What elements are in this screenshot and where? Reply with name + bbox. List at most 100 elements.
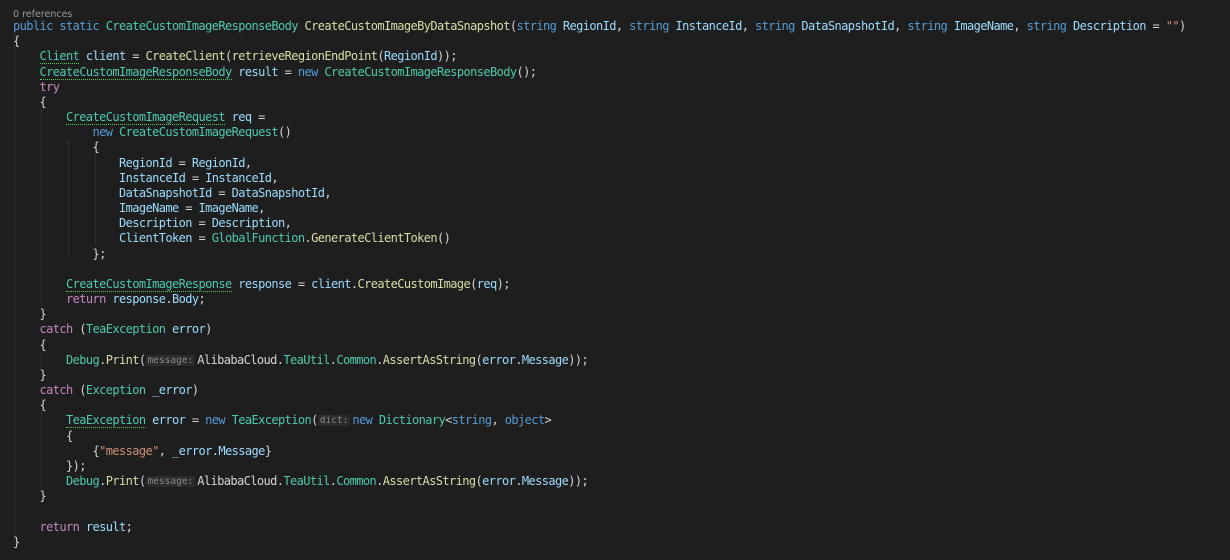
code-token: req	[476, 276, 497, 291]
code-line[interactable]: Debug.Print(message: AlibabaCloud.TeaUtil…	[13, 474, 589, 489]
code-token: result	[85, 519, 126, 534]
code-token: });	[66, 458, 86, 473]
code-line[interactable]: });	[13, 459, 86, 474]
code-token: =	[178, 201, 199, 216]
code-line[interactable]: return result;	[13, 519, 133, 535]
code-token: }	[39, 307, 47, 322]
code-token: InstanceId	[119, 170, 186, 185]
code-token: ,	[284, 216, 292, 231]
code-token: ,	[258, 201, 265, 216]
code-token: };	[92, 246, 107, 261]
code-editor[interactable]: 0 references public static CreateCustomI…	[0, 0, 1230, 560]
code-token: ,	[271, 170, 278, 185]
code-token: retrieveRegionEndPoint	[231, 49, 378, 64]
code-line[interactable]: {	[13, 34, 20, 49]
code-line[interactable]: {	[13, 95, 47, 110]
code-token: Exception	[85, 383, 146, 398]
code-token: ,	[324, 185, 331, 200]
code-token: error	[152, 413, 186, 428]
code-token: RegionId	[191, 155, 246, 170]
code-line[interactable]: Client client = CreateClient(retrieveReg…	[13, 49, 457, 65]
code-token: .	[99, 474, 106, 489]
code-token: ImageName	[198, 201, 259, 216]
code-line[interactable]: TeaException error = new TeaException(di…	[13, 413, 552, 429]
code-token: ()	[437, 231, 451, 246]
code-token: CreateCustomImageByDataSnapshot	[304, 19, 511, 33]
code-token: string	[516, 19, 557, 33]
code-line[interactable]: InstanceId = InstanceId,	[13, 170, 279, 186]
code-line[interactable]: try	[13, 80, 60, 95]
code-token: }	[39, 489, 47, 504]
code-token: DataSnapshotId	[231, 185, 325, 200]
code-line[interactable]: RegionId = RegionId,	[13, 156, 252, 171]
code-line[interactable]: }	[13, 535, 20, 550]
code-line[interactable]: {	[13, 338, 47, 353]
code-token: Body	[172, 292, 199, 307]
code-line[interactable]: }	[13, 489, 47, 504]
code-line[interactable]: CreateCustomImageResponse response = cli…	[13, 276, 510, 292]
code-token: (	[72, 383, 86, 398]
code-token: error	[482, 352, 516, 367]
code-token: response	[238, 276, 292, 291]
code-line[interactable]: DataSnapshotId = DataSnapshotId,	[13, 185, 332, 201]
code-line[interactable]: CreateCustomImageResponseBody result = n…	[13, 64, 537, 80]
code-token: ,	[491, 413, 505, 428]
code-line[interactable]: catch (Exception _error)	[13, 383, 200, 398]
code-line[interactable]: new CreateCustomImageRequest()	[13, 125, 292, 140]
code-token: (	[225, 49, 232, 64]
code-token: GenerateClientToken	[311, 231, 437, 246]
code-token: Debug	[66, 352, 100, 367]
code-line[interactable]: catch (TeaException error)	[13, 322, 213, 337]
code-token: Dictionary	[378, 413, 446, 428]
code-line[interactable]: ImageName = ImageName,	[13, 201, 265, 216]
code-line[interactable]: {	[13, 429, 73, 444]
code-token: =	[251, 110, 265, 125]
code-line[interactable]: }	[13, 307, 47, 322]
code-line[interactable]: CreateCustomImageRequest req =	[13, 110, 265, 126]
code-token: =	[125, 49, 146, 64]
code-line[interactable]: public static CreateCustomImageResponseB…	[13, 19, 1186, 34]
code-token: string	[1026, 19, 1067, 33]
code-token: CreateCustomImage	[357, 276, 471, 291]
code-token: ));	[568, 352, 589, 367]
code-token: ,	[158, 443, 172, 458]
code-token: ;	[198, 292, 206, 307]
code-token: Print	[105, 474, 140, 489]
code-line[interactable]: };	[13, 246, 107, 262]
code-token: InstanceId	[675, 19, 743, 33]
code-token: string	[451, 413, 492, 428]
code-token: AssertAsString	[382, 474, 476, 489]
code-token: object	[504, 413, 545, 428]
code-token: =	[185, 413, 206, 428]
code-line[interactable]: ClientToken = GlobalFunction.GenerateCli…	[13, 231, 451, 246]
code-token: CreateClient	[145, 49, 226, 64]
code-line[interactable]: {"message", _error.Message}	[13, 443, 272, 459]
code-line[interactable]: return response.Body;	[13, 292, 206, 307]
code-token: Message	[521, 474, 569, 489]
code-token: new	[352, 413, 373, 428]
code-line[interactable]: {	[13, 398, 47, 413]
code-line[interactable]: {	[13, 140, 100, 155]
code-token: ));	[568, 474, 589, 489]
code-token: .	[515, 474, 522, 489]
code-line[interactable]: Debug.Print(message: AlibabaCloud.TeaUtil…	[13, 352, 589, 368]
code-token: client	[311, 276, 351, 291]
code-token: =	[191, 231, 212, 246]
inlay-hint: dict:	[317, 415, 351, 427]
code-token: ImageName	[119, 201, 179, 216]
code-line[interactable]: Description = Description,	[13, 216, 292, 231]
code-token: }	[264, 443, 272, 458]
code-token: .	[99, 352, 106, 367]
code-token: )	[191, 383, 199, 398]
code-token: .	[376, 474, 383, 489]
code-line[interactable]: }	[13, 368, 47, 383]
